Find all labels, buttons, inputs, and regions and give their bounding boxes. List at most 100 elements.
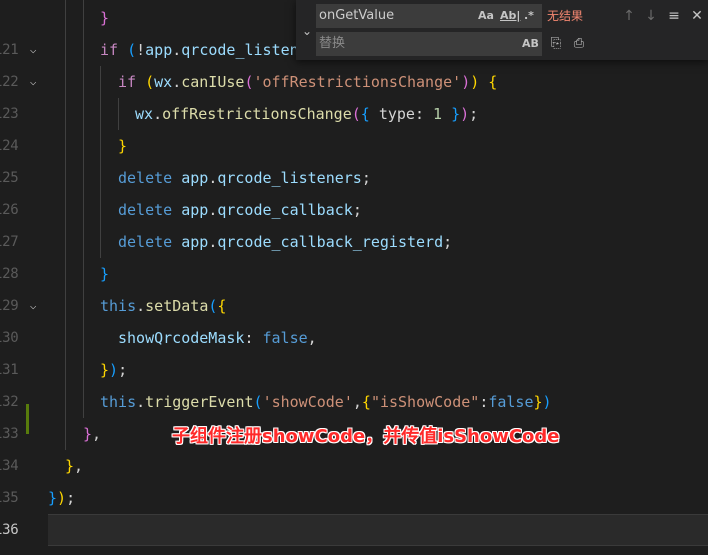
code-line-content: });	[100, 354, 127, 386]
code-token: }	[65, 457, 75, 475]
code-line[interactable]: }	[48, 258, 708, 290]
replace-all-icon[interactable]: ⎙	[570, 32, 588, 56]
line-number-text: 121	[0, 42, 19, 58]
chevron-down-icon: ⌄	[302, 24, 313, 38]
line-number-text: 127	[0, 234, 19, 250]
code-line-content: },	[83, 418, 101, 450]
arrow-up-icon[interactable]: ↑	[620, 4, 638, 28]
code-token: app	[145, 41, 173, 59]
code-line[interactable]: },	[48, 450, 708, 482]
fold-chevron-icon[interactable]: ⌵	[26, 66, 40, 98]
code-line-content: this.triggerEvent('showCode',{"isShowCod…	[100, 386, 552, 418]
code-token: }	[100, 9, 110, 27]
code-token: setData	[145, 297, 209, 315]
code-line[interactable]: showQrcodeMask: false,	[48, 322, 708, 354]
code-token: }	[48, 489, 58, 507]
code-token: 'showCode'	[262, 393, 353, 411]
code-token: 1	[433, 105, 443, 123]
code-line-content: delete app.qrcode_callback;	[118, 194, 362, 226]
code-token: if	[100, 41, 119, 59]
code-token: }	[533, 393, 543, 411]
code-token: ;	[66, 489, 76, 507]
code-token: wx	[154, 73, 173, 91]
toggle-replace-button[interactable]: ⌄	[298, 0, 318, 60]
code-token: )	[460, 105, 470, 123]
code-token: .	[153, 105, 163, 123]
code-line-content: }	[118, 130, 127, 162]
code-line[interactable]: });	[48, 354, 708, 386]
code-token: false	[488, 393, 534, 411]
line-number-text: 131	[0, 362, 19, 378]
code-line[interactable]: }	[48, 130, 708, 162]
code-token: )	[109, 361, 119, 379]
line-number-text: 134	[0, 458, 19, 474]
line-number-text: 132	[0, 394, 19, 410]
arrow-down-icon[interactable]: ↓	[642, 4, 660, 28]
code-line-content: wx.offRestrictionsChange({ type: 1 });	[135, 98, 478, 130]
code-token: (	[127, 41, 137, 59]
code-token: ,	[74, 457, 84, 475]
regex-button[interactable]: .*	[524, 4, 534, 28]
find-in-selection-icon[interactable]: ≡	[665, 4, 683, 28]
line-number: 135	[0, 482, 44, 514]
code-token: .	[136, 297, 146, 315]
code-line[interactable]: this.triggerEvent('showCode',{"isShowCod…	[48, 386, 708, 418]
match-case-button[interactable]: Aa	[478, 4, 494, 28]
code-line[interactable]: this.setData({	[48, 290, 708, 322]
code-editor[interactable]: 121 ⌵ 122 ⌵ 123 124 125 126 127 128 129 ⌵ 130 131 132 1…	[0, 0, 708, 555]
line-number: 133	[0, 418, 44, 450]
code-line[interactable]: });	[48, 482, 708, 514]
code-token: ;	[361, 169, 371, 187]
whole-word-button[interactable]: Ab|	[500, 4, 520, 28]
code-token: offRestrictionsChange	[162, 105, 352, 123]
code-token: {	[361, 393, 371, 411]
code-line[interactable]: delete app.qrcode_listeners;	[48, 162, 708, 194]
code-token: }	[100, 265, 110, 283]
code-token: qrcode_callback_registerd	[217, 233, 444, 251]
code-token: app	[181, 233, 209, 251]
line-number: 134	[0, 450, 44, 482]
code-line[interactable]: wx.offRestrictionsChange({ type: 1 });	[48, 98, 708, 130]
fold-chevron-icon[interactable]: ⌵	[26, 34, 40, 66]
fold-chevron-icon[interactable]: ⌵	[26, 290, 40, 322]
find-input-value: onGetValue	[319, 8, 395, 23]
code-token: delete	[118, 201, 173, 219]
line-number: 126	[0, 194, 44, 226]
find-input[interactable]: onGetValue Aa Ab| .*	[316, 4, 542, 28]
code-line[interactable]: delete app.qrcode_callback_registerd;	[48, 226, 708, 258]
line-number: 129 ⌵	[0, 290, 44, 322]
code-token: !	[136, 41, 146, 59]
code-token: ,	[352, 393, 362, 411]
replace-input[interactable]: 替换 AB	[316, 32, 542, 56]
replace-icon[interactable]: ⎘	[547, 32, 565, 56]
code-token: qrcode_callback	[217, 201, 353, 219]
preserve-case-button[interactable]: AB	[522, 32, 539, 56]
code-token: ;	[352, 201, 362, 219]
code-token: }	[83, 425, 93, 443]
code-token: (	[145, 73, 155, 91]
code-token: ,	[92, 425, 102, 443]
code-token: :	[244, 329, 263, 347]
line-number-text: 125	[0, 170, 19, 186]
line-number-text: 128	[0, 266, 19, 282]
code-line[interactable]: delete app.qrcode_callback;	[48, 194, 708, 226]
code-line-content: }	[100, 258, 109, 290]
indent-guide	[118, 98, 119, 130]
code-token: showQrcodeMask	[118, 329, 245, 347]
code-token: wx	[135, 105, 154, 123]
line-number-text: 136	[0, 522, 19, 538]
code-token: .	[136, 393, 146, 411]
line-number: 128	[0, 258, 44, 290]
code-token: (	[253, 393, 263, 411]
close-icon[interactable]: ✕	[688, 4, 706, 28]
code-line[interactable]	[48, 514, 708, 546]
line-number-text: 122	[0, 74, 19, 90]
code-line[interactable]: if (wx.canIUse('offRestrictionsChange'))…	[48, 66, 708, 98]
line-number	[0, 2, 44, 34]
line-number: 132	[0, 386, 44, 418]
code-token: }	[451, 105, 461, 123]
indent-guide	[83, 0, 84, 418]
line-number: 123	[0, 98, 44, 130]
